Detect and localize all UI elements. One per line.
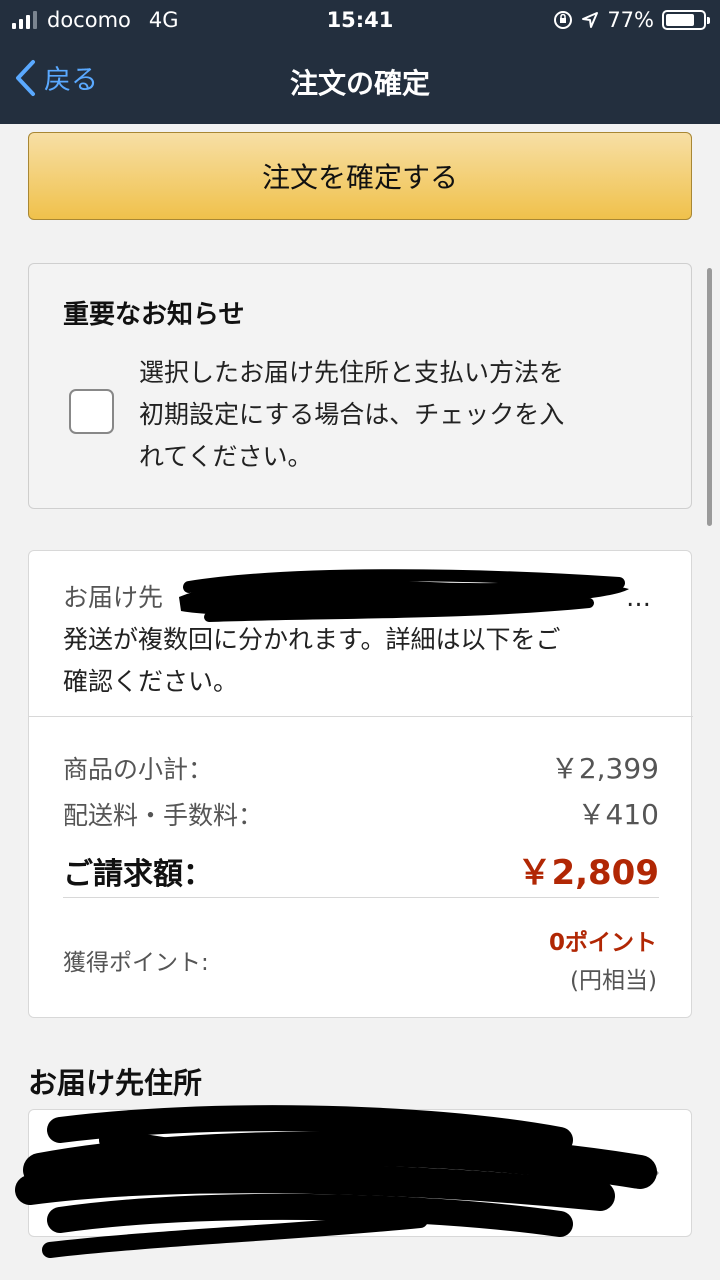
- total-row: ご請求額： ￥2,809: [63, 845, 659, 894]
- nav-bar: 戻る 注文の確定: [0, 40, 720, 124]
- total-value: ￥2,809: [517, 853, 659, 893]
- location-arrow-icon: [582, 12, 599, 28]
- notice-line: 初期設定にする場合は、チェックを入: [139, 400, 565, 429]
- redaction-mark: [179, 569, 629, 622]
- shipping-note: 発送が複数回に分かれます。詳細は以下をご: [63, 625, 561, 654]
- points-value: 0ポイント: [548, 930, 657, 956]
- notice-line: れてください。: [139, 442, 313, 471]
- shipping-fee-row: 配送料・手数料： ￥410: [63, 793, 659, 833]
- redaction-mark: [15, 1105, 657, 1258]
- notice-line: 選択したお届け先住所と支払い方法を: [139, 358, 565, 387]
- important-notice: 重要なお知らせ 選択したお届け先住所と支払い方法を 初期設定にする場合は、チェッ…: [28, 263, 692, 509]
- order-summary: お届け先 発送が複数回に分かれます。詳細は以下をご 確認ください。 … 商品の小…: [28, 550, 693, 1018]
- status-right: 77%: [553, 8, 710, 32]
- place-order-label: 注文を確定する: [261, 161, 458, 194]
- status-bar: docomo 4G 15:41 77%: [0, 0, 720, 40]
- shipping-label: お届け先: [63, 583, 164, 612]
- scrollbar[interactable]: [707, 268, 712, 526]
- total-label: ご請求額：: [63, 857, 213, 892]
- address-section-title: お届け先住所: [28, 1066, 203, 1100]
- battery-icon: [662, 10, 710, 30]
- divider: [63, 897, 659, 898]
- set-default-checkbox[interactable]: [69, 389, 114, 434]
- notice-text: 選択したお届け先住所と支払い方法を 初期設定にする場合は、チェックを入 れてくだ…: [139, 352, 659, 478]
- shipping-fee-label: 配送料・手数料：: [63, 801, 264, 830]
- subtotal-row: 商品の小計： ￥2,399: [63, 747, 659, 787]
- subtotal-value: ￥2,399: [550, 752, 659, 785]
- orientation-lock-icon: [554, 11, 573, 29]
- subtotal-label: 商品の小計：: [63, 755, 214, 784]
- divider: [29, 716, 693, 717]
- page-title: 注文の確定: [289, 67, 430, 100]
- battery-percent: 77%: [607, 8, 654, 32]
- points-note: (円相当): [570, 968, 657, 994]
- points-label: 獲得ポイント:: [63, 950, 209, 976]
- shipping-fee-value: ￥410: [577, 798, 659, 831]
- notice-title: 重要なお知らせ: [63, 300, 245, 330]
- place-order-button[interactable]: 注文を確定する: [28, 132, 692, 220]
- shipping-note: 確認ください。: [63, 667, 239, 696]
